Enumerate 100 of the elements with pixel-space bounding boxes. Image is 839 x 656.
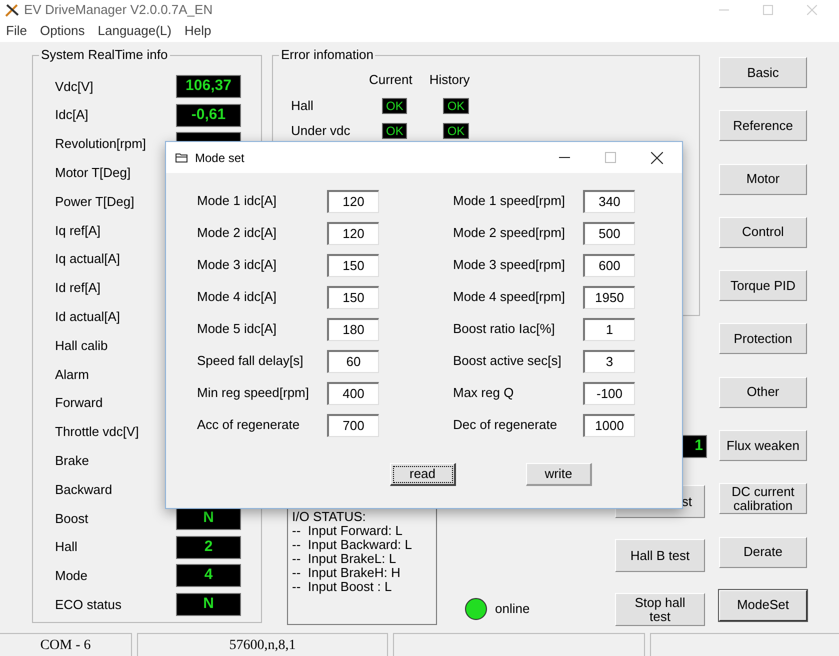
status-badge: OK — [443, 123, 469, 139]
connection-label: online — [495, 600, 530, 618]
column-header: History — [429, 71, 470, 89]
io-status-title: I/O STATUS: — [292, 510, 367, 524]
status-panel: COM - 6 — [0, 633, 132, 656]
close-icon[interactable] — [651, 152, 663, 164]
button[interactable]: Derate — [719, 536, 807, 568]
input-field[interactable]: 500 — [583, 222, 635, 244]
parameter-label: Iq ref[A] — [55, 222, 102, 240]
parameter-label: Motor T[Deg] — [55, 164, 132, 182]
input-field[interactable]: 180 — [327, 318, 379, 340]
status-panel: 57600,n,8,1 — [137, 633, 388, 656]
button[interactable]: Basic — [719, 57, 807, 88]
io-status-line: -- Input BrakeH: H — [292, 566, 402, 580]
button[interactable]: Motor — [719, 164, 807, 195]
field-label: Mode 1 speed[rpm] — [453, 192, 566, 210]
field-label: Boost ratio Iac[%] — [453, 320, 556, 338]
io-status-line: -- Input BrakeL: L — [292, 552, 398, 566]
parameter-label: Idc[A] — [55, 106, 90, 124]
input-field[interactable]: 1950 — [583, 286, 635, 308]
field-label: Mode 1 idc[A] — [197, 192, 278, 210]
input-field[interactable]: 1000 — [583, 414, 635, 436]
field-label: Mode 4 idc[A] — [197, 288, 278, 306]
maximize-icon[interactable] — [763, 5, 773, 15]
parameter-label: Throttle vdc[V] — [55, 423, 140, 442]
parameter-label: Alarm — [55, 366, 90, 384]
menu-item[interactable]: Options — [40, 21, 85, 41]
button[interactable]: Torque PID — [719, 270, 807, 302]
parameter-label: Hall — [55, 538, 78, 556]
value-display: 2 — [176, 536, 241, 559]
field-label: Mode 2 idc[A] — [197, 224, 278, 242]
field-label: Min reg speed[rpm] — [197, 384, 310, 402]
parameter-label: Hall calib — [55, 336, 109, 355]
value-display: 106,37 — [176, 74, 241, 98]
input-field[interactable]: 120 — [327, 222, 379, 244]
parameter-label: Brake — [55, 452, 90, 470]
input-field[interactable]: 120 — [327, 190, 379, 212]
value-display: 4 — [176, 564, 241, 588]
parameter-label: Mode — [55, 567, 89, 586]
menu-item[interactable]: File — [6, 21, 27, 41]
parameter-label: Id actual[A] — [55, 308, 122, 326]
button[interactable]: Flux weaken — [719, 430, 807, 462]
button[interactable]: DC current calibration — [719, 483, 807, 514]
status-badge: OK — [443, 98, 469, 114]
input-field[interactable]: 700 — [327, 414, 379, 436]
button[interactable]: Other — [719, 376, 807, 408]
button[interactable]: ModeSet — [719, 590, 807, 621]
input-field[interactable]: 600 — [583, 254, 635, 276]
input-field[interactable]: -100 — [583, 382, 635, 404]
button[interactable]: Hall B test — [615, 539, 705, 572]
maximize-icon[interactable] — [605, 152, 616, 163]
parameter-label: Vdc[V] — [55, 78, 94, 96]
tools-icon — [4, 3, 20, 17]
parameter-label: Id ref[A] — [55, 279, 102, 298]
window-title: EV DriveManager V2.0.0.7A_EN — [24, 1, 213, 20]
input-field[interactable]: 150 — [327, 286, 379, 308]
button[interactable]: Control — [719, 216, 807, 248]
field-label: Mode 5 idc[A] — [197, 320, 278, 338]
field-label: Boost active sec[s] — [453, 352, 562, 370]
value-display: N — [176, 593, 241, 616]
parameter-label: Backward — [55, 480, 114, 499]
dialog-button[interactable]: write — [526, 463, 592, 486]
group-title: System RealTime info — [39, 47, 170, 63]
input-field[interactable]: 60 — [327, 350, 379, 372]
parameter-label: Forward — [55, 394, 104, 412]
dialog-title: Mode set — [195, 150, 244, 166]
input-field[interactable]: 1 — [583, 318, 635, 340]
field-label: Mode 3 speed[rpm] — [453, 256, 566, 274]
io-status-line: -- Input Forward: L — [292, 524, 404, 538]
dialog-button[interactable]: read — [390, 463, 456, 486]
menu-item[interactable]: Help — [184, 21, 212, 41]
field-label: Max reg Q — [453, 384, 515, 402]
input-field[interactable]: 340 — [583, 190, 635, 212]
menu-item[interactable]: Language(L) — [98, 21, 172, 41]
parameter-label: ECO status — [55, 596, 122, 614]
input-field[interactable]: 3 — [583, 350, 635, 372]
button[interactable]: Protection — [719, 323, 807, 354]
button[interactable]: Reference — [719, 110, 807, 142]
button[interactable]: Stop hall test — [615, 593, 705, 626]
parameter-label: Boost — [55, 510, 90, 528]
error-label: Under vdc — [291, 122, 352, 140]
column-header: Current — [369, 71, 412, 89]
status-badge: OK — [382, 98, 408, 114]
field-label: Acc of regenerate — [197, 416, 301, 434]
value-display: -0,61 — [176, 104, 241, 127]
error-label: Hall — [291, 97, 314, 116]
io-status-line: -- Input Boost : L — [292, 580, 393, 594]
status-badge: OK — [382, 123, 408, 139]
field-label: Mode 3 idc[A] — [197, 256, 278, 274]
field-label: Speed fall delay[s] — [197, 352, 304, 370]
field-label: Mode 2 speed[rpm] — [453, 224, 566, 242]
field-label: Mode 4 speed[rpm] — [453, 288, 566, 306]
field-label: Dec of regenerate — [453, 416, 558, 434]
input-field[interactable]: 400 — [327, 382, 379, 404]
parameter-label: Power T[Deg] — [55, 192, 136, 211]
parameter-label: Revolution[rpm] — [55, 135, 148, 154]
input-field[interactable]: 150 — [327, 254, 379, 276]
parameter-label: Iq actual[A] — [55, 250, 122, 268]
io-status-line: -- Input Backward: L — [292, 538, 413, 552]
window-icon — [175, 152, 189, 164]
